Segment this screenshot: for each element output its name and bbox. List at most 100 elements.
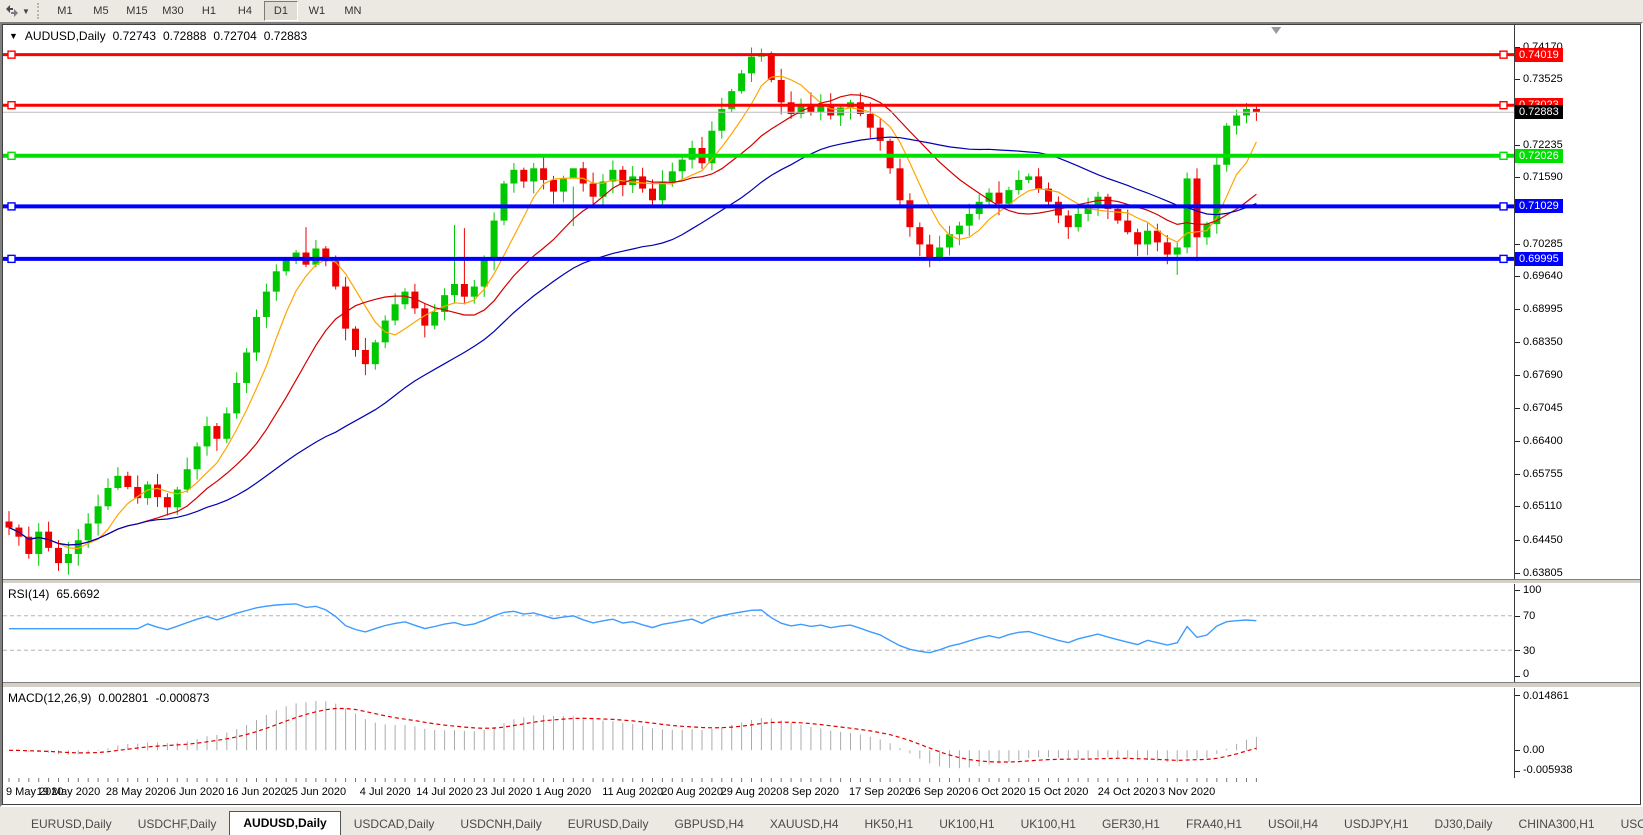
timeframe-button-m1[interactable]: M1 <box>48 1 82 21</box>
symbol-dropdown-icon[interactable]: ▼ <box>9 31 18 41</box>
date-label: 28 May 2020 <box>106 786 170 798</box>
rsi-tick-label: 100 <box>1523 584 1541 596</box>
macd-label: MACD(12,26,9) 0.002801 -0.000873 <box>8 691 209 705</box>
rsi-tick <box>1515 616 1520 617</box>
price-tick <box>1515 177 1520 178</box>
date-label: 25 Jun 2020 <box>286 786 347 798</box>
hline-handle <box>1500 255 1507 262</box>
rsi-title: RSI(14) <box>8 587 49 601</box>
date-label: 24 Oct 2020 <box>1098 786 1158 798</box>
price-tick-label: 0.69640 <box>1523 270 1563 282</box>
macd-tick <box>1515 695 1520 696</box>
rsi-tick <box>1515 590 1520 591</box>
rsi-tick-label: 0 <box>1523 668 1529 680</box>
chart-tab-usdchf-daily[interactable]: USDCHF,Daily <box>125 814 230 835</box>
price-tick <box>1515 244 1520 245</box>
date-label: 17 Sep 2020 <box>849 786 911 798</box>
timeframe-button-h1[interactable]: H1 <box>192 1 226 21</box>
price-tick <box>1515 474 1520 475</box>
chart-tab-usdcad-daily[interactable]: USDCAD,Daily <box>341 814 448 835</box>
price-tick-label: 0.68995 <box>1523 303 1563 315</box>
rsi-axis: 100 70 30 0 <box>1515 584 1640 682</box>
price-tick <box>1515 441 1520 442</box>
main-chart-pane[interactable]: ▼ AUDUSD,Daily 0.72743 0.72888 0.72704 0… <box>3 25 1515 579</box>
chart-window: ▼ AUDUSD,Daily 0.72743 0.72888 0.72704 0… <box>0 22 1643 807</box>
chart-tab-bar: EURUSD,DailyUSDCHF,DailyAUDUSD,DailyUSDC… <box>0 807 1643 835</box>
chart-tab-dj30-daily[interactable]: DJ30,Daily <box>1422 814 1506 835</box>
chart-tab-china300-h1[interactable]: CHINA300,H1 <box>1506 814 1608 835</box>
hline-handle <box>8 102 15 109</box>
date-label: 8 Sep 2020 <box>783 786 839 798</box>
chart-tab-audusd-daily[interactable]: AUDUSD,Daily <box>229 811 340 835</box>
macd-pane[interactable]: MACD(12,26,9) 0.002801 -0.000873 <box>3 688 1515 778</box>
price-tick-label: 0.70285 <box>1523 238 1563 250</box>
date-label: 6 Oct 2020 <box>972 786 1026 798</box>
price-tick-label: 0.68350 <box>1523 336 1563 348</box>
date-label: 19 May 2020 <box>37 786 101 798</box>
macd-tick-label: -0.005938 <box>1523 764 1573 776</box>
chart-tab-ger30-h1[interactable]: GER30,H1 <box>1089 814 1173 835</box>
chart-tab-usdjpy-h1[interactable]: USDJPY,H1 <box>1331 814 1421 835</box>
ohlc-high: 0.72888 <box>163 29 206 43</box>
timeframe-button-mn[interactable]: MN <box>336 1 370 21</box>
date-label: 4 Jul 2020 <box>360 786 411 798</box>
timeframe-button-h4[interactable]: H4 <box>228 1 262 21</box>
rsi-pane[interactable]: RSI(14) 65.6692 <box>3 584 1515 682</box>
hline-handle <box>8 203 15 210</box>
timeframe-button-m15[interactable]: M15 <box>120 1 154 21</box>
hline-handle <box>1500 203 1507 210</box>
macd-signal-value: -0.000873 <box>155 691 209 705</box>
chart-tab-eurusd-daily[interactable]: EURUSD,Daily <box>555 814 662 835</box>
chart-tab-usoil-h4[interactable]: USOil,H4 <box>1255 814 1331 835</box>
price-tick <box>1515 276 1520 277</box>
chart-type-icon[interactable] <box>3 3 21 19</box>
price-tick <box>1515 375 1520 376</box>
chart-tab-uk100-h1[interactable]: UK100,H1 <box>1008 814 1089 835</box>
macd-plot[interactable] <box>3 688 1515 778</box>
price-tick <box>1515 540 1520 541</box>
price-axis[interactable]: 0.741700.735250.728800.722350.715900.709… <box>1515 25 1640 579</box>
hline-price-tag: 0.74019 <box>1515 48 1563 62</box>
date-label: 1 Aug 2020 <box>536 786 592 798</box>
chart-type-dropdown-icon[interactable]: ▼ <box>22 7 30 16</box>
timeframe-button-m30[interactable]: M30 <box>156 1 190 21</box>
date-label: 6 Jun 2020 <box>170 786 224 798</box>
price-tick-label: 0.66400 <box>1523 435 1563 447</box>
date-label: 11 Aug 2020 <box>602 786 663 798</box>
current-price-tag: 0.72883 <box>1515 105 1563 119</box>
chart-tab-gbpusd-h4[interactable]: GBPUSD,H4 <box>661 814 756 835</box>
price-tick-label: 0.64450 <box>1523 534 1563 546</box>
date-axis[interactable]: 9 May 202019 May 202028 May 20206 Jun 20… <box>3 778 1640 804</box>
chart-tab-hk50-h1[interactable]: HK50,H1 <box>852 814 927 835</box>
rsi-value: 65.6692 <box>56 587 99 601</box>
price-tick <box>1515 408 1520 409</box>
price-tick-label: 0.63805 <box>1523 567 1563 579</box>
chart-tab-eurusd-daily[interactable]: EURUSD,Daily <box>18 814 125 835</box>
rsi-tick-label: 30 <box>1523 645 1535 657</box>
price-tick-label: 0.71590 <box>1523 171 1563 183</box>
rsi-tick-label: 70 <box>1523 610 1535 622</box>
chart-tab-usdcnh-daily[interactable]: USDCNH,Daily <box>447 814 554 835</box>
timeframe-button-m5[interactable]: M5 <box>84 1 118 21</box>
chart-tab-usoil-h1[interactable]: USOil,H1 <box>1608 814 1643 835</box>
macd-title: MACD(12,26,9) <box>8 691 91 705</box>
price-tick <box>1515 573 1520 574</box>
timeframe-button-d1[interactable]: D1 <box>264 1 298 21</box>
timeframe-button-w1[interactable]: W1 <box>300 1 334 21</box>
chart-tab-xauusd-h4[interactable]: XAUUSD,H4 <box>757 814 852 835</box>
price-tick-label: 0.67045 <box>1523 402 1563 414</box>
rsi-plot[interactable] <box>3 584 1515 682</box>
macd-tick <box>1515 771 1520 772</box>
ohlc-low: 0.72704 <box>213 29 256 43</box>
toolbar-grip <box>37 3 44 19</box>
ohlc-header: ▼ AUDUSD,Daily 0.72743 0.72888 0.72704 0… <box>9 29 307 43</box>
price-tick <box>1515 79 1520 80</box>
price-tick <box>1515 342 1520 343</box>
chart-tab-fra40-h1[interactable]: FRA40,H1 <box>1173 814 1255 835</box>
candlestick-plot[interactable] <box>3 25 1515 579</box>
hline-handle <box>1500 152 1507 159</box>
chart-tab-uk100-h1[interactable]: UK100,H1 <box>926 814 1007 835</box>
hline-handle <box>8 255 15 262</box>
date-label: 20 Aug 2020 <box>661 786 723 798</box>
symbol-title: AUDUSD,Daily <box>25 29 106 43</box>
